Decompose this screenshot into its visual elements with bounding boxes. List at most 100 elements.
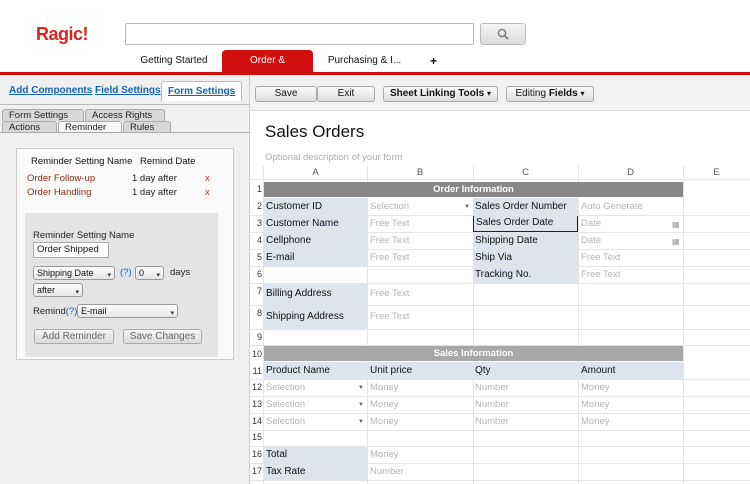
field-amount[interactable]: Money	[579, 396, 683, 413]
column-header[interactable]: D	[578, 166, 683, 179]
label-amount[interactable]: Amount	[579, 362, 683, 379]
field-customer-name[interactable]: Free Text	[368, 215, 473, 232]
field-shipping-address[interactable]: Free Text	[368, 305, 473, 329]
label-customer-id[interactable]: Customer ID	[264, 198, 367, 215]
chevron-down-icon: ▾	[75, 289, 79, 296]
label-ship-via[interactable]: Ship Via	[473, 249, 578, 266]
field-product-name[interactable]: Selection	[264, 413, 367, 430]
field-tracking-no[interactable]: Free Text	[579, 266, 683, 283]
add-reminder-button[interactable]: Add Reminder	[34, 329, 114, 344]
field-cellphone[interactable]: Free Text	[368, 232, 473, 249]
exit-button[interactable]: Exit	[317, 86, 375, 102]
date-help-link[interactable]: (?)	[120, 267, 132, 278]
section-header-order-information[interactable]: Order Information	[264, 182, 683, 197]
column-header[interactable]: B	[367, 166, 473, 179]
label-sales-order-date[interactable]: Sales Order Date	[473, 215, 578, 232]
field-sales-order-number[interactable]: Auto Generate	[579, 198, 683, 215]
field-amount[interactable]: Money	[579, 413, 683, 430]
date-field-value: Shipping Date	[37, 268, 94, 278]
field-qty[interactable]: Number	[473, 396, 578, 413]
form-design-area: Sales Orders Optional description of you…	[250, 111, 750, 484]
field-product-name[interactable]: Selection	[264, 379, 367, 396]
column-header[interactable]: E	[683, 166, 750, 179]
top-tabs: Getting Started Order & Billing Purchasi…	[126, 50, 446, 88]
label-qty[interactable]: Qty	[473, 362, 578, 379]
reminder-name[interactable]: Order Follow-up	[27, 173, 95, 184]
field-email[interactable]: Free Text	[368, 249, 473, 266]
form-grid: A B C D E 1 2 3 4 5 6 7 8 9 10 11 12 13 …	[250, 111, 750, 484]
tab-purchasing[interactable]: Purchasing & I...	[313, 50, 416, 72]
when-select[interactable]: after ▾	[33, 283, 83, 297]
tab-order-billing[interactable]: Order & Billing	[222, 50, 313, 88]
fields-label: Fields	[548, 88, 578, 99]
label-unit-price[interactable]: Unit price	[368, 362, 473, 379]
sheet-linking-label: Sheet Linking Tools	[389, 88, 485, 99]
label-shipping-date[interactable]: Shipping Date	[473, 232, 578, 249]
field-unit-price[interactable]: Money	[368, 396, 473, 413]
field-total[interactable]: Money	[368, 446, 473, 463]
field-ship-via[interactable]: Free Text	[579, 249, 683, 266]
tab-form-settings[interactable]: Form Settings	[161, 81, 243, 101]
field-shipping-date[interactable]: Date	[579, 232, 683, 249]
chevron-down-icon: ▾	[580, 89, 585, 98]
label-customer-name[interactable]: Customer Name	[264, 215, 367, 232]
row-number: 9	[256, 332, 262, 342]
search-input[interactable]	[125, 23, 474, 45]
field-amount[interactable]: Money	[579, 379, 683, 396]
field-qty[interactable]: Number	[473, 413, 578, 430]
field-customer-id[interactable]: Selection	[368, 198, 473, 215]
search-button[interactable]	[480, 23, 526, 45]
label-tax-rate[interactable]: Tax Rate	[264, 463, 367, 480]
days-value: 0	[139, 268, 145, 278]
date-field-select[interactable]: Shipping Date ▾	[33, 266, 115, 280]
ragic-logo[interactable]: Ragic!	[36, 24, 89, 45]
editing-fields-button[interactable]: Editing Fields ▾	[506, 86, 594, 102]
row-number: 17	[251, 466, 262, 476]
field-unit-price[interactable]: Money	[368, 413, 473, 430]
field-tax-rate[interactable]: Number	[368, 463, 473, 480]
search-icon	[497, 28, 509, 40]
save-changes-button[interactable]: Save Changes	[123, 329, 202, 344]
days-select[interactable]: 0 ▾	[135, 266, 164, 280]
delete-reminder-icon[interactable]: x	[205, 187, 210, 198]
label-email[interactable]: E-mail	[264, 249, 367, 266]
column-header[interactable]: A	[264, 166, 367, 179]
subtab-form-settings[interactable]: Form Settings	[2, 109, 84, 121]
calendar-icon[interactable]: ▦	[672, 220, 680, 229]
field-billing-address[interactable]: Free Text	[368, 283, 473, 305]
grid-line	[250, 215, 750, 216]
field-qty[interactable]: Number	[473, 379, 578, 396]
label-product-name[interactable]: Product Name	[264, 362, 367, 379]
reminder-row[interactable]: Order Follow-up 1 day after x	[27, 173, 227, 187]
add-tab-button[interactable]: +	[416, 50, 446, 72]
label-tracking-no[interactable]: Tracking No.	[473, 266, 578, 283]
row-number: 15	[251, 432, 262, 442]
delete-reminder-icon[interactable]: x	[205, 173, 210, 184]
label-billing-address[interactable]: Billing Address	[264, 283, 367, 305]
sheet-linking-tools-button[interactable]: Sheet Linking Tools ▾	[383, 86, 498, 102]
column-header[interactable]: C	[473, 166, 578, 179]
tab-add-components[interactable]: Add Components	[9, 85, 92, 96]
calendar-icon[interactable]: ▦	[672, 237, 680, 246]
row-number: 16	[251, 449, 262, 459]
tab-getting-started[interactable]: Getting Started	[126, 50, 222, 72]
section-header-sales-information[interactable]: Sales Information	[264, 346, 683, 361]
reminder-row[interactable]: Order Handling 1 day after x	[27, 187, 227, 201]
field-unit-price[interactable]: Money	[368, 379, 473, 396]
tab-field-settings[interactable]: Field Settings	[95, 85, 161, 96]
grid-line	[250, 413, 750, 414]
save-button[interactable]: Save	[255, 86, 317, 102]
remind-method-select[interactable]: E-mail ▾	[77, 304, 178, 318]
subtab-access-rights[interactable]: Access Rights	[85, 109, 165, 121]
label-cellphone[interactable]: Cellphone	[264, 232, 367, 249]
field-product-name[interactable]: Selection	[264, 396, 367, 413]
grid-line	[250, 329, 750, 330]
field-sales-order-date[interactable]: Date	[579, 215, 683, 232]
reminder-date: 1 day after	[132, 173, 177, 184]
label-shipping-address[interactable]: Shipping Address	[264, 305, 367, 329]
remind-help-link[interactable]: (?)	[66, 306, 78, 317]
reminder-name-input[interactable]: Order Shipped	[33, 242, 109, 258]
label-sales-order-number[interactable]: Sales Order Number	[473, 198, 578, 215]
label-total[interactable]: Total	[264, 446, 367, 463]
reminder-name[interactable]: Order Handling	[27, 187, 91, 198]
